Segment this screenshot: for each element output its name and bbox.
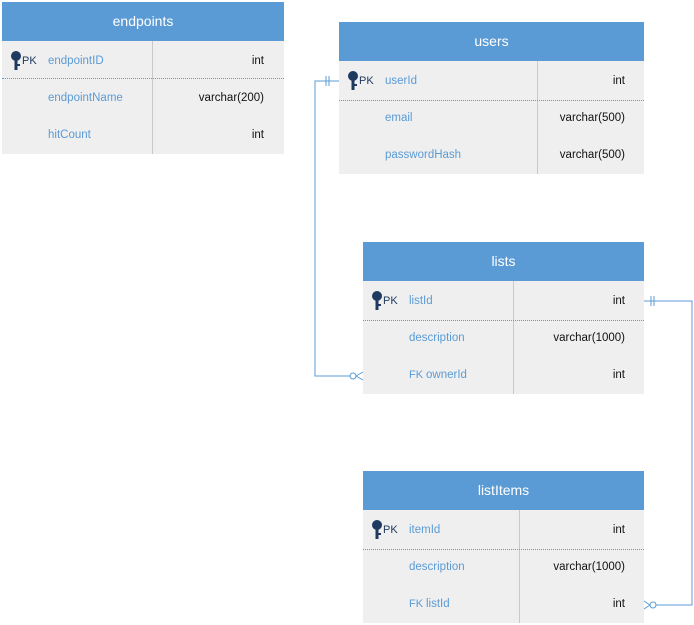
key-label: FK xyxy=(409,598,424,610)
table-row[interactable]: PK itemId int xyxy=(363,512,644,549)
column-name: hitCount xyxy=(48,129,91,141)
column-type: int xyxy=(612,295,625,307)
column-name: description xyxy=(409,332,465,344)
column-type: varchar(500) xyxy=(559,149,625,161)
table-title: lists xyxy=(363,242,644,281)
key-label: PK xyxy=(383,524,398,536)
table-row[interactable]: passwordHash varchar(500) xyxy=(339,137,644,174)
key-label: PK xyxy=(22,55,37,67)
column-type: int xyxy=(612,524,625,536)
key-icon xyxy=(371,520,383,545)
column-name: listId xyxy=(409,295,433,307)
column-type: varchar(200) xyxy=(198,92,264,104)
table-row[interactable]: hitCount int xyxy=(2,117,284,154)
key-label: PK xyxy=(383,295,398,307)
column-type: int xyxy=(612,598,625,610)
table-listItems[interactable]: listItems PK itemId int description varc… xyxy=(363,471,644,623)
column-name: email xyxy=(385,112,413,124)
column-name: passwordHash xyxy=(385,149,462,161)
column-name: description xyxy=(409,561,465,573)
table-endpoints[interactable]: endpoints PK endpointID int endpointName… xyxy=(2,2,284,154)
column-name: endpointID xyxy=(48,55,104,67)
key-icon xyxy=(10,51,22,76)
key-icon xyxy=(347,71,359,96)
column-type: varchar(1000) xyxy=(553,561,625,573)
table-row[interactable]: PK listId int xyxy=(363,283,644,320)
column-type: int xyxy=(612,369,625,381)
column-name: ownerId xyxy=(426,369,467,381)
column-name: listId xyxy=(426,598,450,610)
table-row[interactable]: description varchar(1000) xyxy=(363,549,644,586)
table-row[interactable]: FK ownerId int xyxy=(363,357,644,394)
table-row[interactable]: FK listId int xyxy=(363,586,644,623)
column-type: int xyxy=(251,129,264,141)
column-name: endpointName xyxy=(48,92,123,104)
table-row[interactable]: description varchar(1000) xyxy=(363,320,644,357)
column-type: varchar(500) xyxy=(559,112,625,124)
table-row[interactable]: PK endpointID int xyxy=(2,43,284,80)
table-title: users xyxy=(339,22,644,61)
table-title: listItems xyxy=(363,471,644,510)
table-users[interactable]: users PK userId int email varchar(500) p… xyxy=(339,22,644,174)
key-icon xyxy=(371,291,383,316)
table-lists[interactable]: lists PK listId int description varchar(… xyxy=(363,242,644,394)
table-row[interactable]: endpointName varchar(200) xyxy=(2,80,284,117)
column-type: varchar(1000) xyxy=(553,332,625,344)
table-row[interactable]: PK userId int xyxy=(339,63,644,100)
table-row[interactable]: email varchar(500) xyxy=(339,100,644,137)
table-title: endpoints xyxy=(2,2,284,41)
key-label: PK xyxy=(359,75,374,87)
column-name: userId xyxy=(385,75,417,87)
column-type: int xyxy=(612,75,625,87)
lists-listItems-connector xyxy=(643,296,693,610)
column-type: int xyxy=(251,55,264,67)
column-name: itemId xyxy=(409,524,441,536)
key-label: FK xyxy=(409,369,424,381)
